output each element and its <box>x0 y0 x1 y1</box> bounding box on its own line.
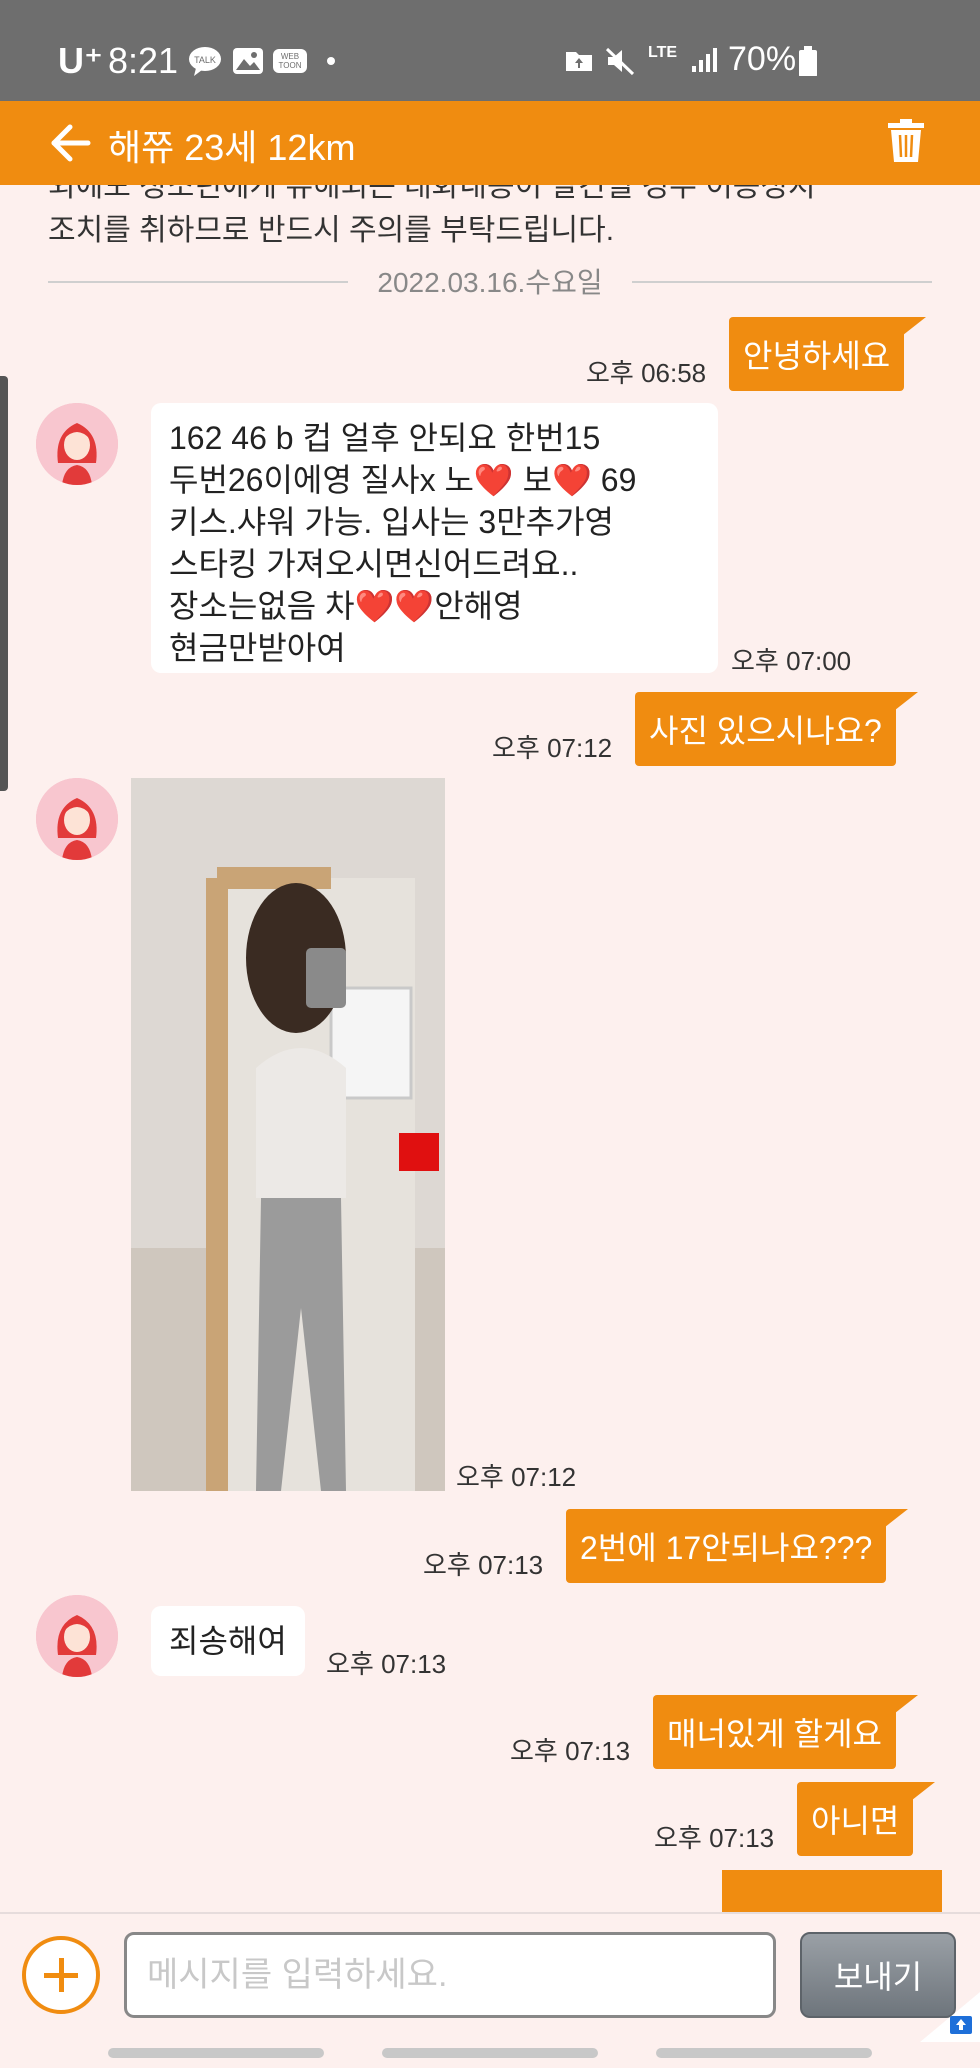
status-bar: U⁺ 8:21 TALK WEB TOON LTE 70% <box>0 0 980 101</box>
signal-icon <box>692 48 717 72</box>
incoming-message[interactable]: 162 46 b 컵 얼후 안되요 한번15 두번26이에영 질사x 노❤️ 보… <box>151 403 718 673</box>
incoming-message[interactable]: 죄송해여 <box>151 1606 305 1676</box>
avatar[interactable] <box>36 1595 118 1677</box>
outgoing-message[interactable]: 아니면 <box>797 1782 936 1856</box>
svg-text:WEB: WEB <box>281 52 299 61</box>
avatar-icon <box>36 403 118 485</box>
kakaotalk-icon: TALK <box>189 47 221 76</box>
date-separator: 2022.03.16.수요일 <box>48 261 932 301</box>
outgoing-message-partial[interactable] <box>722 1870 942 1912</box>
trash-icon[interactable] <box>888 119 924 163</box>
clock: 8:21 <box>108 40 179 81</box>
avatar[interactable] <box>36 403 118 485</box>
message-time: 오후 07:13 <box>654 1823 775 1853</box>
svg-text:TALK: TALK <box>194 55 216 65</box>
outgoing-message[interactable]: 매너있게 할게요 <box>653 1695 918 1769</box>
message-time: 오후 07:13 <box>326 1649 447 1679</box>
notice-partial-line: 외에도 청소년에게 유해되는 대화내용이 발견될 경우 이용정지 <box>48 185 816 203</box>
gallery-icon <box>233 48 263 74</box>
photo-message[interactable] <box>131 778 445 1491</box>
mirror-photo-image <box>131 778 445 1491</box>
plus-circle-icon[interactable] <box>22 1936 100 2014</box>
webtoon-icon: WEBTOON <box>273 49 307 73</box>
edge-panel-handle[interactable] <box>0 376 8 791</box>
message-time: 오후 07:13 <box>510 1736 631 1766</box>
system-nav-bar <box>0 2042 980 2068</box>
chat-header: 해쮸 23세 12km <box>0 101 980 185</box>
outgoing-message[interactable]: 2번에 17안되나요??? <box>566 1509 909 1583</box>
avatar-icon <box>36 1595 118 1677</box>
upload-corner-icon[interactable] <box>920 1992 980 2042</box>
network-type: LTE <box>648 44 678 61</box>
message-time: 오후 07:12 <box>492 733 613 763</box>
message-input-bar: 보내기 <box>0 1912 980 2042</box>
carrier-label: U⁺ <box>58 40 103 81</box>
message-time: 오후 07:13 <box>423 1550 544 1580</box>
nav-pill[interactable] <box>656 2048 872 2058</box>
message-line: 두번26이에영 질사x 노❤️ 보❤️ 69 <box>169 462 637 498</box>
avatar[interactable] <box>36 778 118 860</box>
nav-pill[interactable] <box>382 2048 598 2058</box>
nav-pill[interactable] <box>108 2048 324 2058</box>
message-line: 장소는없음 차❤️❤️안해영 <box>169 588 523 624</box>
mute-icon <box>605 47 635 76</box>
notice-line: 조치를 취하므로 반드시 주의를 부탁드립니다. <box>48 214 615 247</box>
message-line: 키스.샤워 가능. 입사는 3만추가영 <box>169 504 614 540</box>
message-line: 현금만받아여 <box>169 630 346 666</box>
message-line: 162 46 b 컵 얼후 안되요 한번15 <box>169 420 601 456</box>
battery-percent: 70% <box>728 40 797 78</box>
chat-partner-title: 해쮸 23세 12km <box>108 127 356 168</box>
chat-area[interactable]: 외에도 청소년에게 유해되는 대화내용이 발견될 경우 이용정지 조치를 취하므… <box>0 185 980 1912</box>
outgoing-message[interactable]: 사진 있으시나요? <box>635 692 918 766</box>
message-line: 스타킹 가져오시면신어드려요.. <box>169 546 579 582</box>
outgoing-message[interactable]: 안녕하세요 <box>729 317 927 391</box>
svg-text:TOON: TOON <box>279 61 302 70</box>
message-time: 오후 07:12 <box>456 1462 577 1492</box>
avatar-icon <box>36 778 118 860</box>
message-input[interactable] <box>124 1932 776 2018</box>
folder-icon <box>566 52 592 71</box>
battery-icon <box>799 46 817 76</box>
notice-text: 외에도 청소년에게 유해되는 대화내용이 발견될 경우 이용정지 조치를 취하므… <box>48 185 816 253</box>
message-time: 오후 07:00 <box>731 646 852 676</box>
message-time: 오후 06:58 <box>586 358 707 388</box>
arrow-left-icon[interactable] <box>46 119 94 167</box>
dot-icon <box>327 57 335 65</box>
